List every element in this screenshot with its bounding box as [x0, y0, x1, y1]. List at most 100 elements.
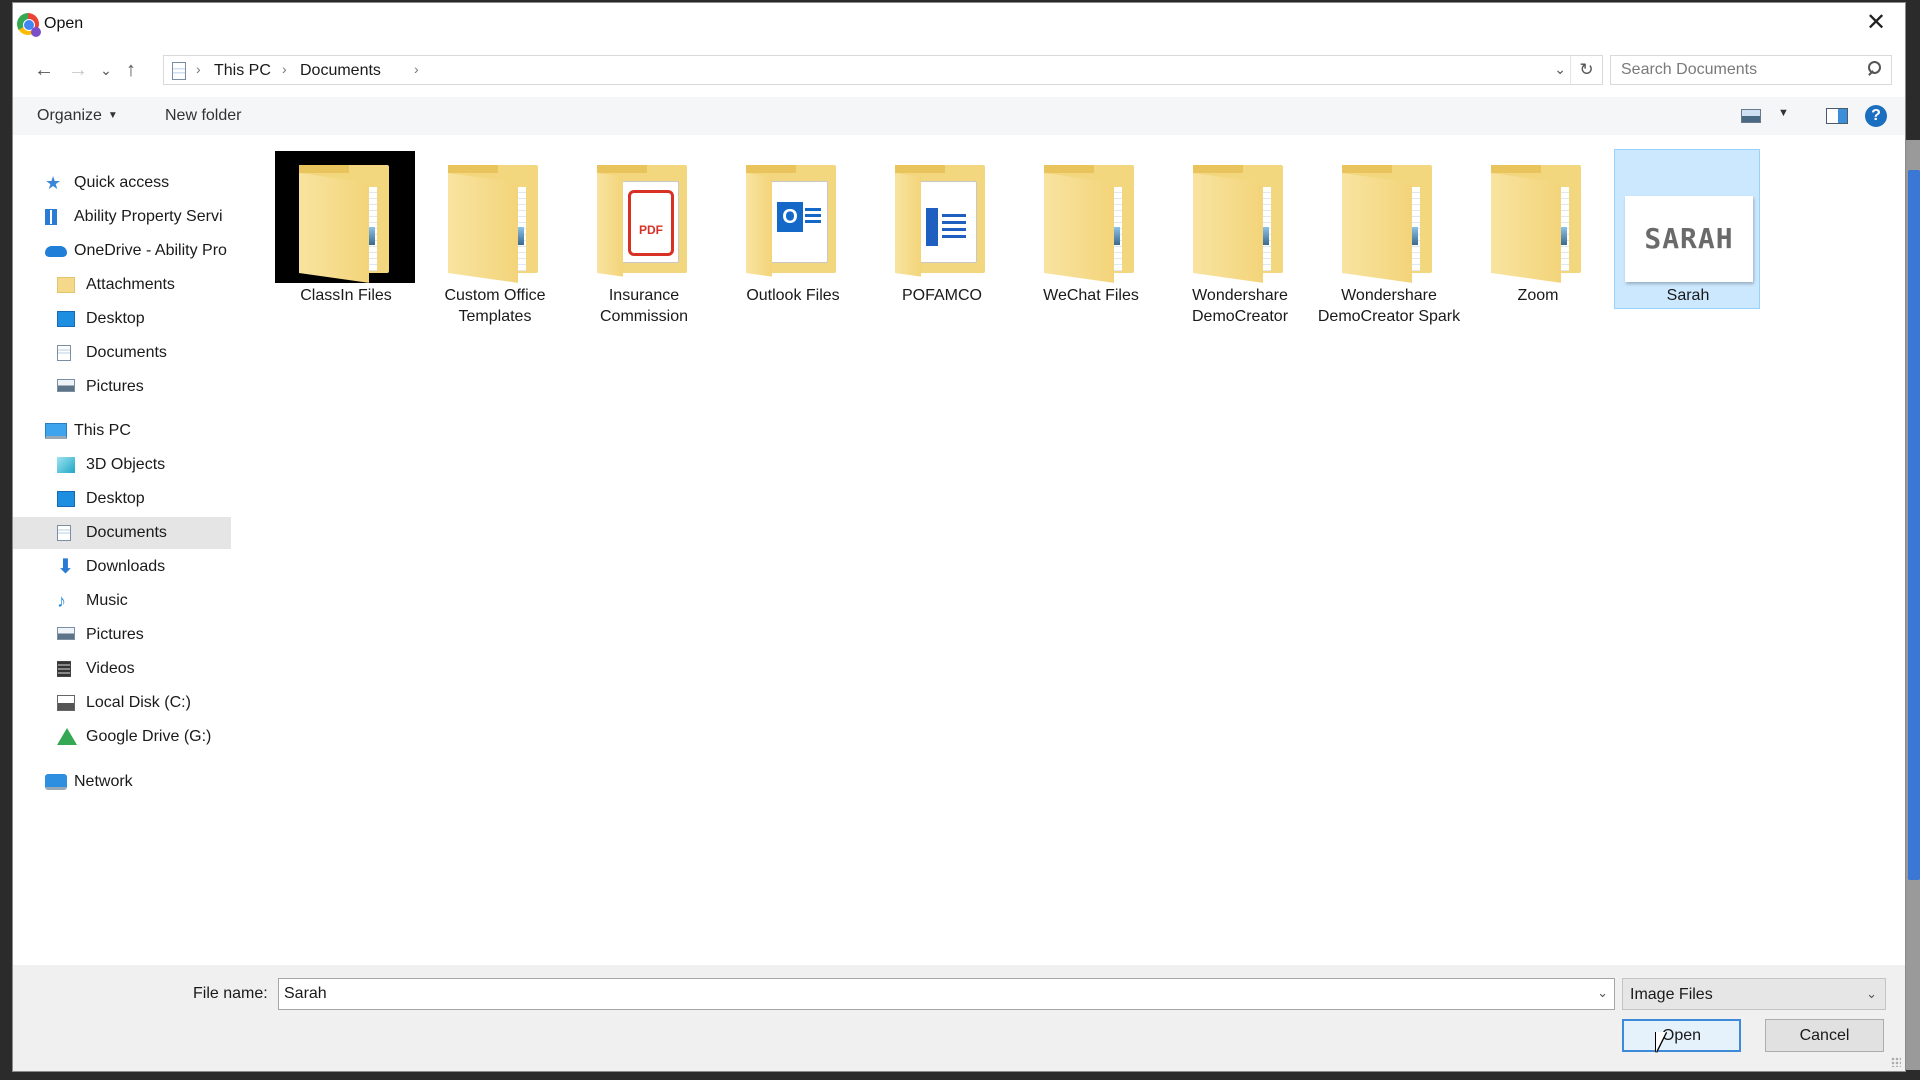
sidebar-item-label: This PC [74, 422, 131, 439]
folder-icon [1020, 151, 1160, 283]
file-item-name: WeChat Files [1043, 287, 1139, 304]
up-arrow-icon[interactable]: ↑ [118, 57, 144, 83]
file-item-name: POFAMCO [901, 287, 982, 304]
sidebar-item-label: Pictures [86, 378, 144, 395]
image-thumbnail: SARAH [1617, 152, 1757, 284]
breadcrumb-this-pc[interactable]: This PC [214, 62, 271, 80]
sidebar-item-onedrive-ability-pro[interactable]: OneDrive - Ability Pro [13, 235, 231, 267]
dialog-footer: File name: ⌄ Image Files ⌄ Open Cancel [13, 965, 1905, 1071]
address-bar[interactable]: › This PC › Documents › ⌄ ↻ [163, 55, 1603, 85]
search-input[interactable] [1611, 56, 1851, 84]
navigation-bar: ← → ⌄ ↑ › This PC › Documents › ⌄ ↻ [13, 53, 1905, 87]
background-scrollbar[interactable] [1908, 170, 1920, 880]
folder-icon [1467, 151, 1607, 283]
sidebar-item-videos[interactable]: Videos [13, 653, 231, 685]
sidebar-item-quick-access[interactable]: ★ Quick access [13, 167, 231, 199]
breadcrumb-documents[interactable]: Documents [300, 62, 381, 80]
cloud-icon [45, 246, 67, 257]
file-item-name: Wondershare DemoCreator [1191, 287, 1289, 325]
cancel-button[interactable]: Cancel [1765, 1019, 1884, 1052]
pdf-document-icon: PDF [621, 181, 679, 263]
sidebar-item-desktop[interactable]: Desktop [13, 303, 231, 335]
new-folder-button[interactable]: New folder [165, 107, 241, 125]
sidebar-item-google-drive-g[interactable]: Google Drive (G:) [13, 721, 231, 753]
pdf-mark: PDF [628, 190, 674, 256]
file-item-name: Custom Office Templates [444, 287, 546, 325]
file-item[interactable]: SARAH Sarah [1614, 149, 1760, 309]
disk-icon [57, 695, 75, 711]
sidebar-item-pictures[interactable]: Pictures [13, 619, 231, 651]
file-list: ClassIn Files Custom Office Templates PDF I… [245, 143, 1900, 963]
sidebar-item-ability-property-servi[interactable]: Ability Property Servi [13, 201, 231, 233]
help-icon[interactable]: ? [1865, 105, 1887, 127]
folder-icon [1318, 151, 1458, 283]
change-view-icon[interactable] [1741, 109, 1761, 123]
folder-icon [275, 151, 415, 283]
sidebar-item-network[interactable]: Network [13, 766, 231, 798]
file-name-dropdown-chevron-icon[interactable]: ⌄ [1597, 985, 1608, 1001]
address-dropdown-chevron-icon[interactable]: ⌄ [1554, 61, 1566, 78]
preview-pane-icon[interactable] [1826, 108, 1848, 124]
file-item[interactable]: POFAMCO [869, 149, 1015, 309]
title-bar: Open ✕ [13, 3, 1905, 43]
sidebar-item-desktop[interactable]: Desktop [13, 483, 231, 515]
file-item-name: ClassIn Files [300, 287, 392, 304]
network-icon [45, 774, 67, 790]
file-item[interactable]: WeChat Files [1018, 149, 1164, 309]
file-item[interactable]: PDF Insurance Commission [571, 149, 717, 325]
sidebar-item-this-pc[interactable]: This PC [13, 415, 231, 447]
file-item-name: Sarah [1666, 287, 1710, 304]
view-options-caret-icon[interactable]: ▼ [1778, 107, 1789, 119]
search-icon[interactable] [1867, 61, 1881, 75]
file-item-name: Zoom [1517, 287, 1559, 304]
sidebar-item-documents[interactable]: Documents [13, 517, 231, 549]
forward-arrow-icon[interactable]: → [65, 57, 91, 83]
outlook-document-icon: O [770, 181, 828, 263]
folder-icon [424, 151, 564, 283]
file-name-input[interactable] [279, 979, 1579, 1009]
file-item[interactable]: Wondershare DemoCreator [1167, 149, 1313, 325]
cube-icon [57, 457, 75, 473]
folder-icon [57, 277, 75, 293]
back-arrow-icon[interactable]: ← [31, 57, 57, 83]
file-item[interactable]: ClassIn Files [273, 149, 419, 309]
folder-icon [1169, 151, 1309, 283]
sidebar-item-downloads[interactable]: ⬇ Downloads [13, 551, 231, 583]
file-type-select[interactable]: Image Files ⌄ [1622, 978, 1886, 1010]
sidebar-item-label: Local Disk (C:) [86, 694, 191, 711]
sidebar-item-documents[interactable]: Documents [13, 337, 231, 369]
refresh-icon[interactable]: ↻ [1570, 56, 1602, 84]
pdf-folder-icon: PDF [573, 151, 713, 283]
file-item[interactable]: Wondershare DemoCreator Spark [1316, 149, 1462, 325]
desktop-icon [57, 491, 75, 507]
word-folder-icon [871, 151, 1011, 283]
organize-button[interactable]: Organize ▼ [37, 107, 118, 125]
documents-location-icon [172, 62, 186, 80]
open-button[interactable]: Open [1622, 1019, 1741, 1052]
sidebar-item-attachments[interactable]: Attachments [13, 269, 231, 301]
file-item[interactable]: Custom Office Templates [422, 149, 568, 325]
building-icon [45, 209, 57, 225]
file-item[interactable]: O Outlook Files [720, 149, 866, 309]
outlook-mark: O [777, 202, 803, 232]
sidebar-item-pictures[interactable]: Pictures [13, 371, 231, 403]
sidebar-item-music[interactable]: ♪ Music [13, 585, 231, 617]
star-icon: ★ [45, 173, 62, 193]
sidebar-item-label: OneDrive - Ability Pro [74, 242, 227, 259]
breadcrumb-separator[interactable]: › [414, 61, 419, 77]
recent-locations-chevron-icon[interactable]: ⌄ [93, 57, 119, 83]
organize-label: Organize [37, 107, 102, 124]
breadcrumb-separator[interactable]: › [282, 61, 287, 77]
file-item[interactable]: Zoom [1465, 149, 1611, 309]
breadcrumb-separator[interactable]: › [196, 61, 201, 77]
search-box[interactable] [1610, 55, 1892, 85]
file-name-field[interactable]: ⌄ [278, 978, 1615, 1010]
mouse-cursor-icon [1656, 1032, 1666, 1052]
sidebar-item-label: Documents [86, 344, 167, 361]
sidebar-item-3d-objects[interactable]: 3D Objects [13, 449, 231, 481]
sidebar-item-local-disk-c[interactable]: Local Disk (C:) [13, 687, 231, 719]
chrome-app-icon [17, 13, 41, 37]
close-button[interactable]: ✕ [1861, 9, 1891, 37]
navigation-pane: ★ Quick access Ability Property Servi OneDr… [13, 143, 231, 963]
resize-grip[interactable] [1891, 1057, 1901, 1067]
